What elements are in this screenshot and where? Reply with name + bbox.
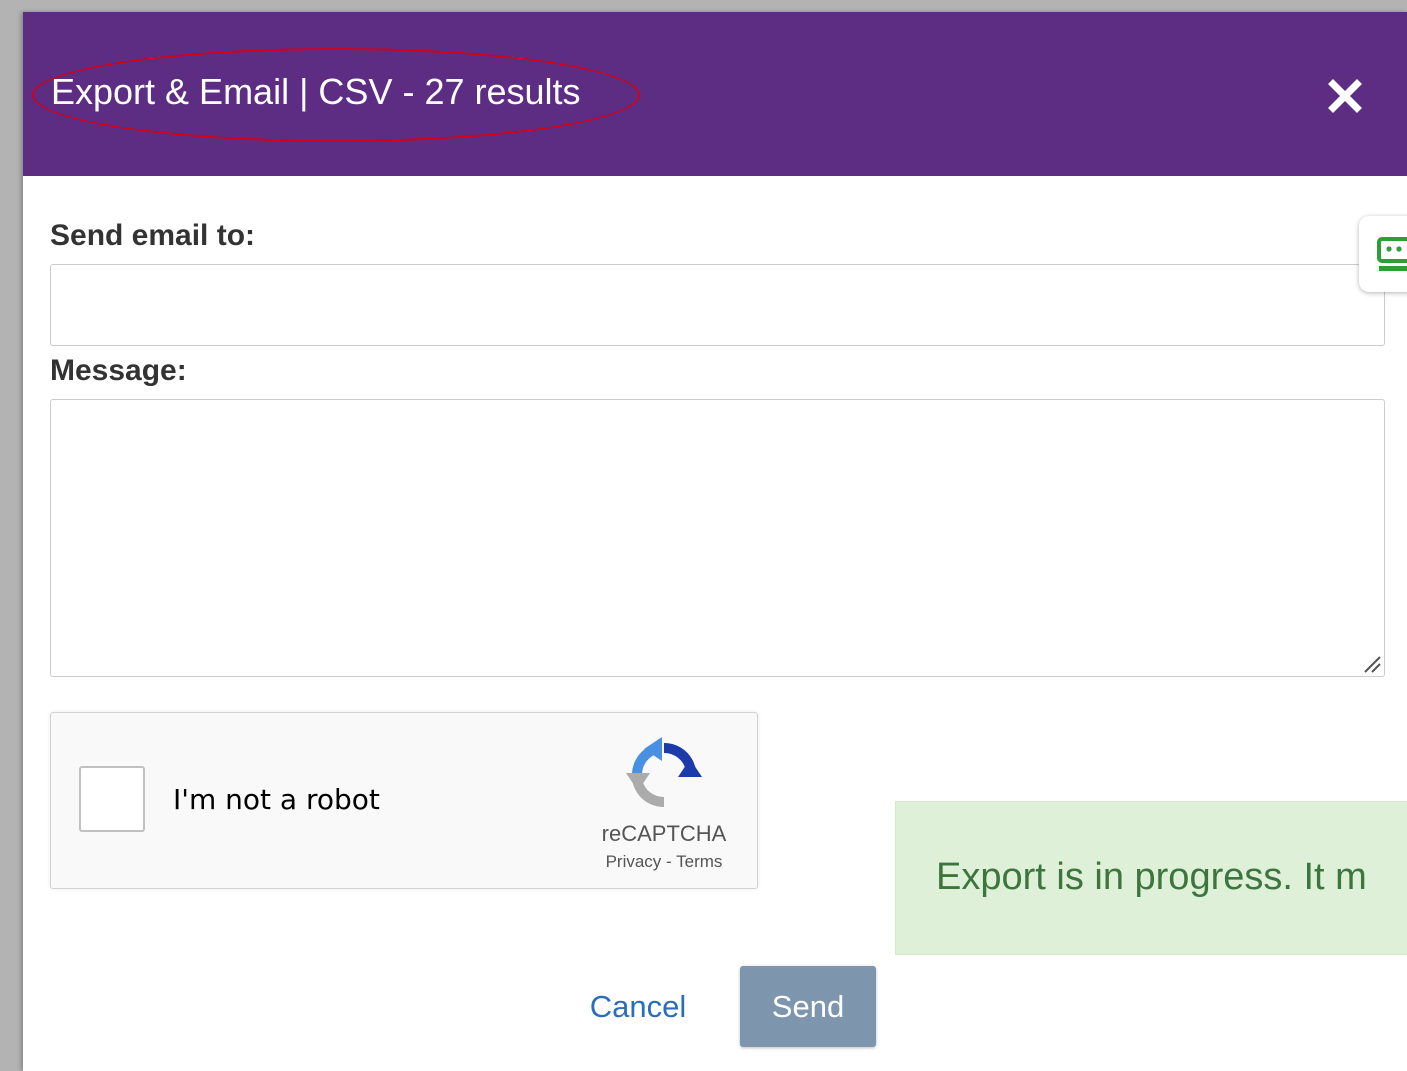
- close-button[interactable]: [1319, 70, 1371, 122]
- send-button[interactable]: Send: [740, 966, 876, 1047]
- browser-extension-badge[interactable]: [1359, 216, 1407, 292]
- message-label: Message:: [50, 354, 187, 387]
- recaptcha-brand: reCAPTCHA: [601, 821, 727, 846]
- recaptcha-label: I'm not a robot: [173, 783, 380, 816]
- export-progress-message: Export is in progress. It m: [936, 856, 1367, 898]
- recaptcha-privacy-link[interactable]: Privacy: [606, 852, 662, 871]
- email-label: Send email to:: [50, 219, 256, 252]
- close-icon: [1328, 79, 1362, 113]
- extension-icon: [1377, 237, 1407, 271]
- recaptcha-links-separator: -: [666, 852, 672, 871]
- export-progress-alert: Export is in progress. It m: [895, 801, 1407, 955]
- recaptcha-logo-icon: [626, 737, 702, 808]
- dialog-header: Export & Email | CSV - 27 results: [23, 12, 1407, 176]
- recaptcha-links: Privacy - Terms: [551, 851, 777, 873]
- message-field[interactable]: [50, 399, 1385, 677]
- recaptcha-terms-link[interactable]: Terms: [676, 852, 722, 871]
- screen-frame: Export & Email | CSV - 27 results Send e…: [0, 0, 1407, 1071]
- resize-handle-icon[interactable]: [1361, 653, 1381, 673]
- dialog-title: Export & Email | CSV - 27 results: [51, 71, 581, 112]
- export-email-dialog: Export & Email | CSV - 27 results Send e…: [23, 12, 1407, 1071]
- recaptcha-widget: I'm not a robot reCAPTCHA Privacy - Term…: [50, 712, 758, 889]
- recaptcha-checkbox[interactable]: [79, 766, 145, 832]
- cancel-button[interactable]: Cancel: [575, 976, 701, 1038]
- email-field[interactable]: [50, 264, 1385, 346]
